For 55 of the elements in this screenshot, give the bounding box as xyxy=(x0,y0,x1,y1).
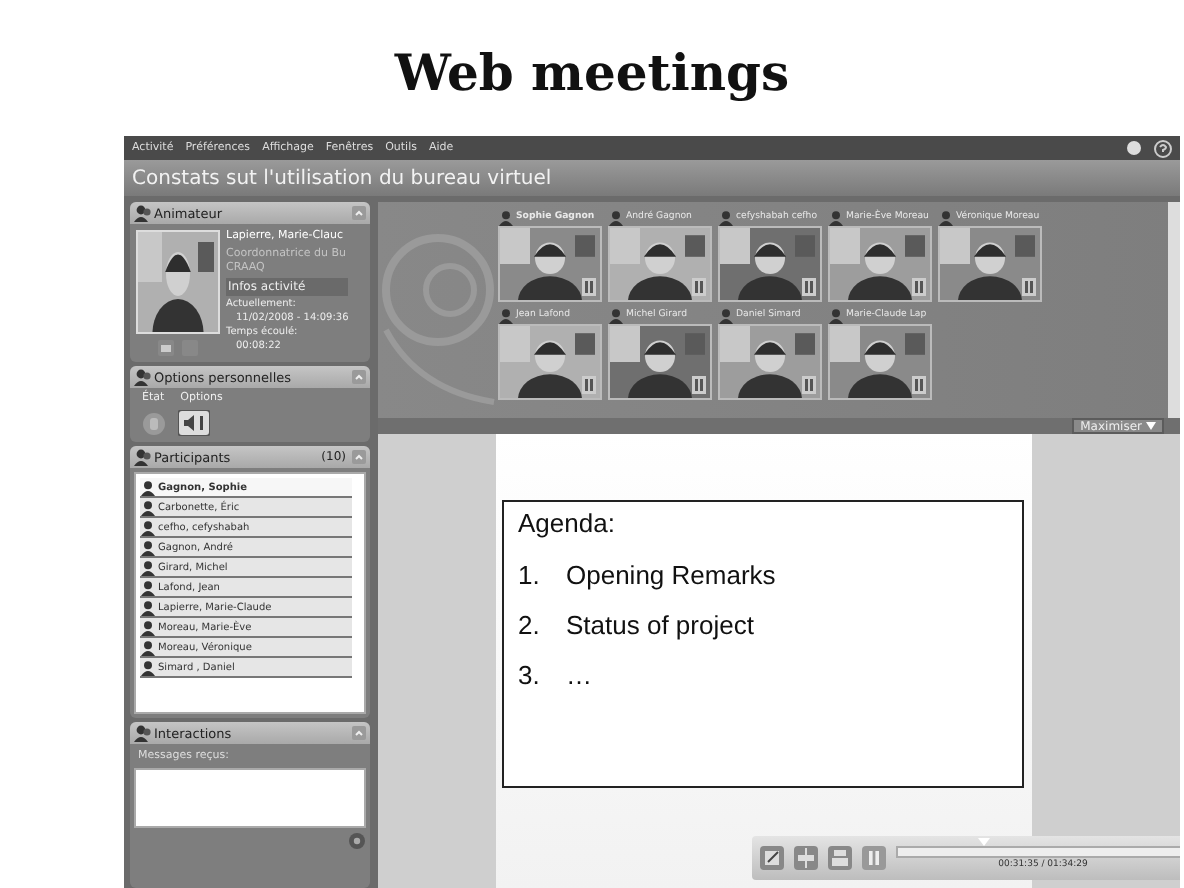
user-icon xyxy=(608,307,624,323)
user-icon xyxy=(140,639,156,655)
agenda-item: Status of project xyxy=(566,610,754,640)
user-icon xyxy=(140,539,156,555)
agenda-heading: Agenda: xyxy=(518,508,617,538)
hand-icon[interactable] xyxy=(142,411,166,435)
user-icon xyxy=(134,204,152,222)
item-number: 3. xyxy=(518,660,542,690)
user-icon xyxy=(140,599,156,615)
pause-icon[interactable] xyxy=(912,278,926,296)
user-icon xyxy=(718,307,734,323)
user-icon xyxy=(828,307,844,323)
pause-icon[interactable] xyxy=(692,376,706,394)
collapse-icon[interactable] xyxy=(352,206,366,220)
edit-icon[interactable] xyxy=(759,846,783,870)
agenda-item: Opening Remarks xyxy=(566,560,776,590)
user-icon xyxy=(140,579,156,595)
user-icon xyxy=(938,209,954,225)
pause-icon[interactable] xyxy=(802,376,816,394)
group-icon xyxy=(134,448,152,466)
collapse-icon[interactable] xyxy=(352,370,366,384)
status-icon xyxy=(1126,140,1142,156)
user-icon xyxy=(498,209,514,225)
window-title: Constats sut l'utilisation du bureau virtuel xyxy=(124,160,1180,196)
user-icon xyxy=(140,499,156,515)
user-icon xyxy=(498,307,514,323)
pause-icon[interactable] xyxy=(582,376,596,394)
user-icon xyxy=(140,619,156,635)
camera-icon xyxy=(158,340,174,356)
scrollbar[interactable] xyxy=(1168,202,1180,418)
user-icon xyxy=(718,209,734,225)
pause-icon[interactable] xyxy=(1022,278,1036,296)
slide-title: Web meetings xyxy=(392,41,792,105)
item-number: 2. xyxy=(518,610,542,640)
pause-icon[interactable] xyxy=(582,278,596,296)
pause-icon[interactable] xyxy=(802,278,816,296)
user-icon xyxy=(140,659,156,675)
pause-icon[interactable] xyxy=(692,278,706,296)
fit-icon[interactable] xyxy=(793,846,817,870)
user-icon xyxy=(140,479,156,495)
collapse-icon[interactable] xyxy=(352,726,366,740)
caret-icon xyxy=(1146,422,1156,430)
messages-box[interactable] xyxy=(134,768,366,828)
agenda-item: … xyxy=(566,660,592,690)
user-icon xyxy=(140,519,156,535)
item-number: 1. xyxy=(518,560,542,590)
user-icon xyxy=(608,209,624,225)
pause-icon[interactable] xyxy=(912,376,926,394)
pause-icon[interactable] xyxy=(861,846,885,870)
print-icon[interactable] xyxy=(827,846,851,870)
user-icon xyxy=(140,559,156,575)
user-icon xyxy=(828,209,844,225)
speaker-icon[interactable] xyxy=(178,410,210,436)
help-icon xyxy=(1154,139,1172,157)
collapse-icon[interactable] xyxy=(352,450,366,464)
